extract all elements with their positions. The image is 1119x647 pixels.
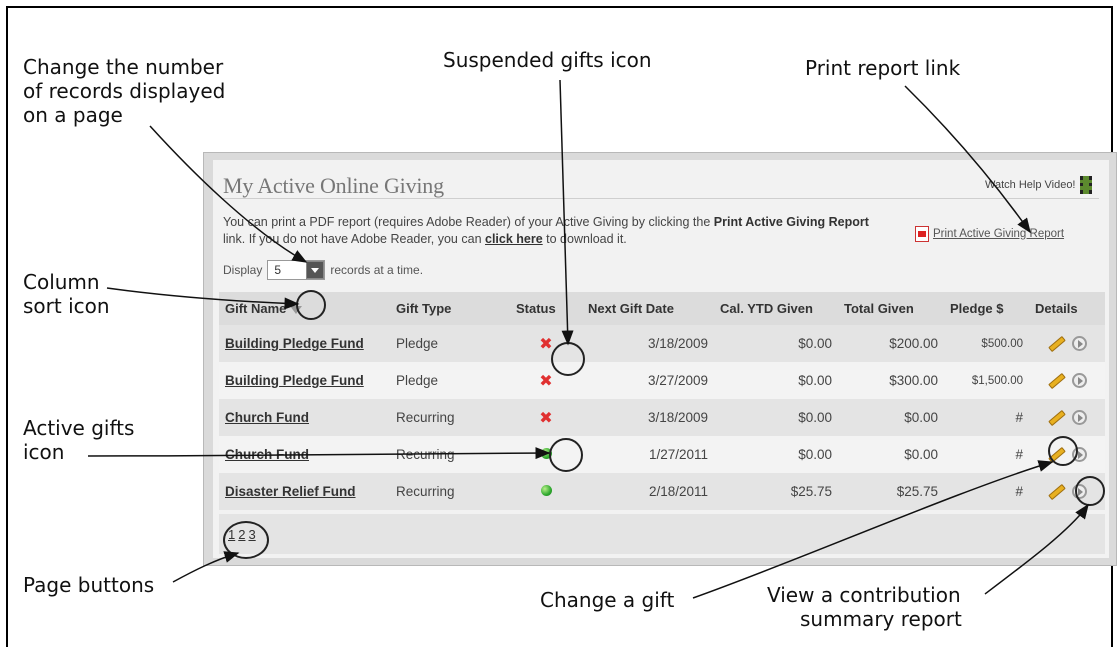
callout-arrows xyxy=(87,79,1089,599)
